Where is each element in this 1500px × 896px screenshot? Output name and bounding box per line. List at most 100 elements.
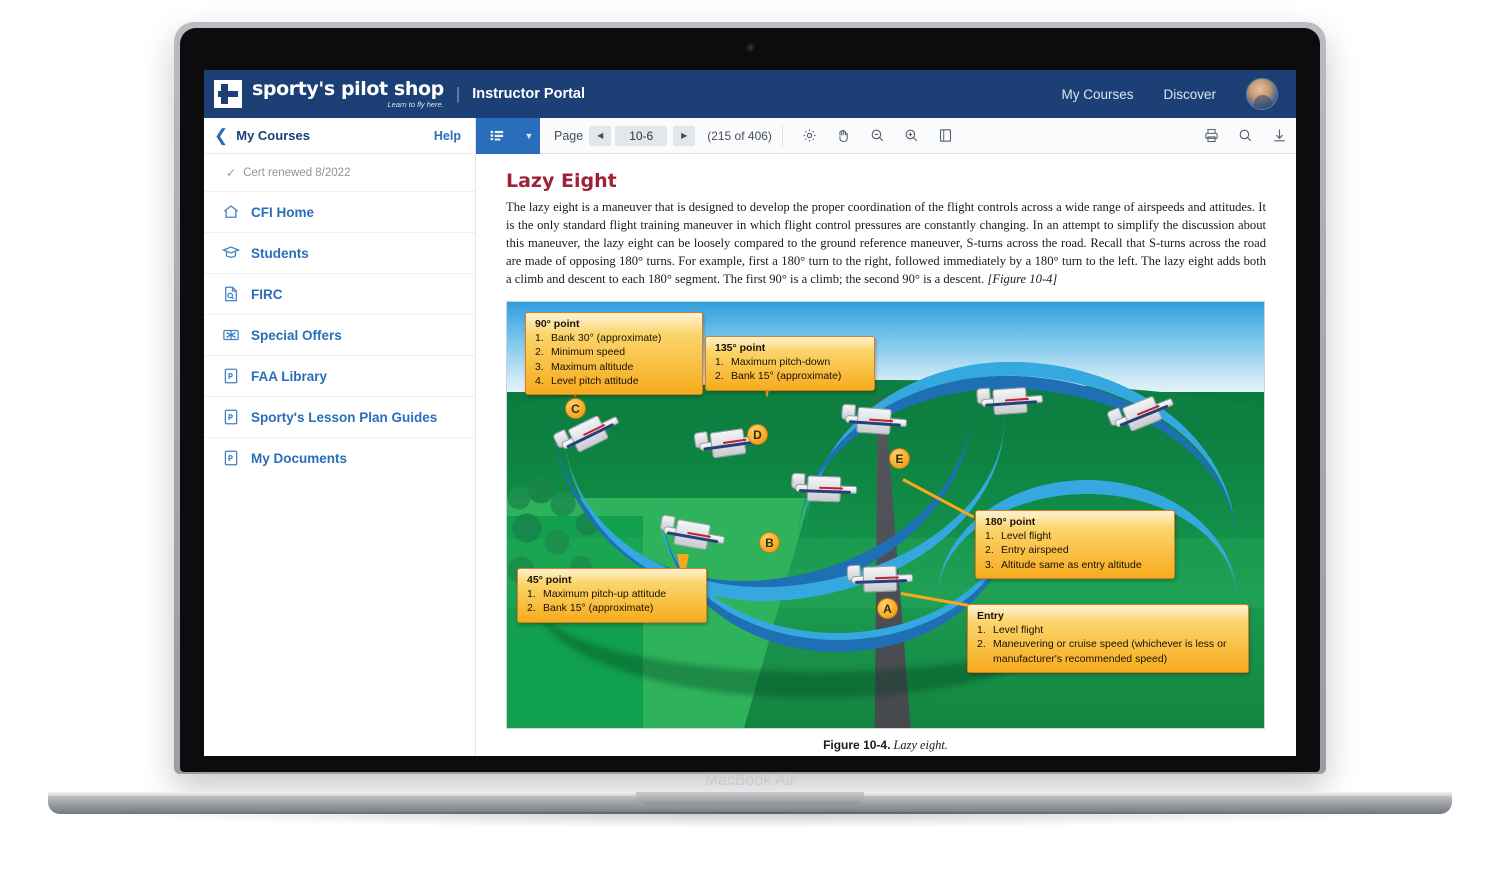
callout-90-point: 90° point 1. Bank 30° (approximate) 2. Min…	[525, 312, 703, 395]
top-navbar: sporty's pilot shop Learn to fly here. |…	[204, 70, 1296, 118]
brand-divider: |	[455, 84, 461, 103]
callout-item: 1. Level flight	[977, 624, 1044, 637]
laptop-base-notch	[636, 792, 864, 805]
settings-icon[interactable]	[793, 118, 827, 154]
body-text: The lazy eight is a maneuver that is des…	[506, 200, 1266, 286]
sidebar-back-label[interactable]: My Courses	[236, 128, 310, 143]
callout-list: 1. Maximum pitch-down 2. Bank 15° (approxi…	[715, 355, 865, 383]
callout-title: 45° point	[527, 574, 572, 587]
sidebar-item-faa-library[interactable]: FAA Library	[204, 355, 475, 396]
top-nav-links: My Courses Discover	[1061, 78, 1278, 110]
callout-180-point: 180° point 1. Level flight 2. Entry airspe…	[975, 510, 1175, 579]
callout-item: 3. Altitude same as entry altitude	[985, 558, 1142, 571]
sidebar-item-special-offers[interactable]: Special Offers	[204, 314, 475, 355]
check-icon: ✓	[226, 166, 237, 180]
document-search-icon	[222, 285, 240, 303]
sidebar-item-label: Sporty's Lesson Plan Guides	[251, 409, 438, 425]
callout-item: 1. Maximum pitch-down	[715, 356, 831, 369]
sidebar-item-cfi-home[interactable]: CFI Home	[204, 191, 475, 232]
back-chevron-icon[interactable]: ❮	[214, 127, 228, 144]
callout-item: 1. Bank 30° (approximate)	[535, 332, 662, 345]
brand-name: sporty's pilot shop	[252, 77, 444, 100]
avatar[interactable]	[1246, 78, 1278, 110]
cert-status-label: Cert renewed 8/2022	[243, 167, 351, 179]
airplane-illustration	[838, 403, 914, 439]
callout-item: 4. Level pitch attitude	[535, 374, 639, 387]
prev-page-button[interactable]: ◀	[589, 125, 612, 146]
screenshot-stage: MacBook Air sporty's pilot shop Learn to…	[0, 0, 1500, 896]
callout-item: 2. Entry airspeed	[985, 544, 1069, 557]
pan-hand-icon[interactable]	[827, 118, 861, 154]
sidebar-item-firc[interactable]: FIRC	[204, 273, 475, 314]
nav-link-discover[interactable]: Discover	[1163, 87, 1216, 102]
body-split: ❮ My Courses Help ✓ Cert renewed 8/2022 …	[204, 117, 1296, 756]
callout-135-point: 135° point 1. Maximum pitch-down 2. Bank 1…	[705, 336, 875, 391]
chevron-down-icon[interactable]: ▼	[518, 117, 540, 154]
callout-title: 180° point	[985, 516, 1036, 529]
sidebar-item-lesson-plan-guides[interactable]: Sporty's Lesson Plan Guides	[204, 396, 475, 437]
figure-caption-text: Lazy eight.	[893, 738, 948, 753]
page-title: Lazy Eight	[506, 170, 617, 192]
figure-lazy-eight: C D B E A 90° point 1. Bank 30° (approxim…	[506, 301, 1265, 730]
callout-list: 1. Bank 30° (approximate) 2. Minimum speed…	[535, 331, 693, 387]
figure-caption-label: Figure 10-4.	[823, 738, 891, 753]
toolbar-divider	[781, 124, 783, 147]
brand-logo[interactable]: sporty's pilot shop Learn to fly here.	[214, 77, 444, 109]
figure-reference: [Figure 10-4]	[987, 271, 1058, 286]
device-label: MacBook Air	[704, 772, 796, 789]
brand-text: sporty's pilot shop Learn to fly here.	[252, 77, 444, 109]
nav-link-my-courses[interactable]: My Courses	[1061, 87, 1133, 102]
callout-title: 90° point	[535, 318, 580, 331]
callout-item: 3. Maximum altitude	[535, 360, 634, 373]
page-layout-icon[interactable]	[929, 118, 963, 154]
figure-caption: Figure 10-4. Lazy eight.	[506, 738, 1265, 753]
callout-item: 2. Minimum speed	[535, 346, 626, 359]
pdf-file-icon	[222, 367, 240, 385]
sidebar-item-label: My Documents	[251, 450, 348, 466]
zoom-out-icon[interactable]	[861, 118, 895, 154]
search-icon[interactable]	[1228, 118, 1262, 154]
callout-item: 1. Level flight	[985, 530, 1052, 543]
sidebar-item-my-documents[interactable]: My Documents	[204, 437, 475, 478]
screen: sporty's pilot shop Learn to fly here. |…	[204, 70, 1296, 756]
list-view-icon[interactable]	[476, 117, 518, 154]
sidebar-item-label: FAA Library	[251, 368, 328, 384]
sidebar-header: ❮ My Courses Help	[204, 118, 475, 154]
next-page-button[interactable]: ▶	[673, 125, 696, 146]
print-icon[interactable]	[1194, 118, 1228, 154]
callout-item: 2. Bank 15° (approximate)	[527, 602, 654, 615]
laptop-shadow	[120, 812, 1380, 828]
pdf-file-icon	[222, 408, 240, 426]
page-count-label: (215 of 406)	[707, 128, 772, 143]
sidebar-item-label: CFI Home	[251, 204, 315, 220]
callout-list: 1. Level flight 2. Maneuvering or cruise s…	[977, 623, 1239, 665]
callout-item: 2. Maneuvering or cruise speed (whichever…	[977, 638, 1227, 665]
callout-item: 2. Bank 15° (approximate)	[715, 370, 842, 383]
callout-title: Entry	[977, 610, 1004, 623]
help-link[interactable]: Help	[434, 129, 461, 143]
pdf-viewer: ▼ Page ◀ 10-6 ▶ (215 of 406) Lazy Eight …	[476, 117, 1296, 756]
portal-title: Instructor Portal	[472, 86, 586, 102]
callout-entry: Entry 1. Level flight 2. Maneuvering or cr…	[967, 604, 1249, 673]
webcam-icon	[748, 45, 753, 50]
callout-list: 1. Level flight 2. Entry airspeed 3. Altitu…	[985, 529, 1165, 571]
download-icon[interactable]	[1262, 118, 1296, 154]
gift-ticket-icon	[222, 326, 240, 344]
sidebar-item-students[interactable]: Students	[204, 232, 475, 273]
sidebar-item-label: Special Offers	[251, 327, 342, 343]
callout-45-point: 45° point 1. Maximum pitch-up attitude 2.…	[517, 568, 707, 623]
home-icon	[222, 203, 240, 221]
cert-status-row: ✓ Cert renewed 8/2022	[204, 154, 475, 191]
airplane-illustration	[844, 563, 919, 596]
body-paragraph: The lazy eight is a maneuver that is des…	[506, 199, 1266, 288]
sidebar-item-label: FIRC	[251, 286, 283, 302]
airplane-illustration	[974, 384, 1050, 419]
page-number-input[interactable]: 10-6	[615, 125, 668, 146]
pdf-page[interactable]: Lazy Eight The lazy eight is a maneuver …	[476, 154, 1296, 756]
zoom-in-icon[interactable]	[895, 118, 929, 154]
airplane-illustration	[788, 473, 863, 506]
callout-item: 1. Maximum pitch-up attitude	[527, 588, 667, 601]
graduation-cap-icon	[222, 244, 240, 262]
sidebar-item-label: Students	[251, 245, 309, 261]
brand-tagline: Learn to fly here.	[387, 99, 444, 109]
